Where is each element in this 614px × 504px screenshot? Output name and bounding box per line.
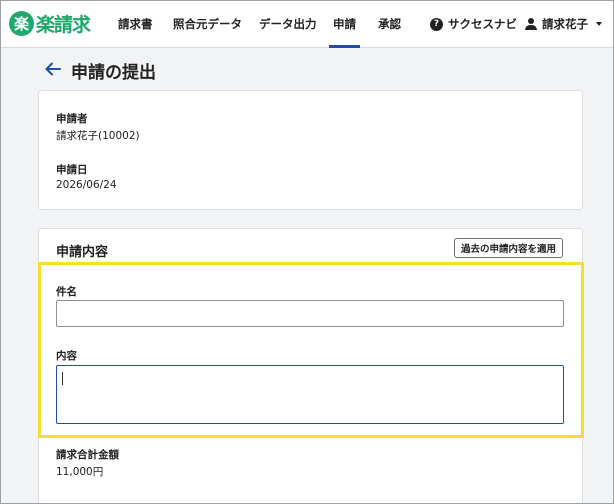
subject-label: 件名 <box>56 286 77 298</box>
apply-past-content-button[interactable]: 過去の申請内容を適用 <box>453 238 563 258</box>
logo-mark: 楽 <box>9 11 34 36</box>
body-label: 内容 <box>56 350 77 362</box>
success-navi-link[interactable]: ? サクセスナビ <box>430 0 517 48</box>
nav-item-approval[interactable]: 承認 <box>378 0 401 48</box>
back-arrow-icon[interactable] <box>44 60 62 78</box>
invoice-total-label: 請求合計金額 <box>56 449 119 461</box>
section-title: 申請内容 <box>56 245 109 260</box>
app-logo[interactable]: 楽 楽請求 <box>9 0 91 48</box>
logo-text: 楽請求 <box>36 14 91 36</box>
user-menu[interactable]: 請求花子 <box>525 0 602 48</box>
success-navi-label: サクセスナビ <box>448 17 517 31</box>
user-name: 請求花子 <box>542 17 588 31</box>
nav-item-reconciliation-data[interactable]: 照合元データ <box>173 0 242 48</box>
invoice-total-value: 11,000円 <box>56 466 104 478</box>
body-textarea[interactable] <box>56 365 564 424</box>
application-date-value: 2026/06/24 <box>56 179 117 191</box>
applicant-info-card: 申請者 請求花子(10002) 申請日 2026/06/24 <box>38 90 583 210</box>
top-header: 楽 楽請求 請求書 照合元データ データ出力 申請 承認 ? サクセスナビ 請求… <box>0 0 614 48</box>
application-date-label: 申請日 <box>56 164 88 176</box>
nav-item-invoices[interactable]: 請求書 <box>118 0 153 48</box>
applicant-value: 請求花子(10002) <box>56 130 140 142</box>
nav-item-data-export[interactable]: データ出力 <box>259 0 317 48</box>
nav-item-application[interactable]: 申請 <box>329 0 360 48</box>
help-icon: ? <box>430 17 443 31</box>
applicant-label: 申請者 <box>56 113 88 125</box>
text-cursor <box>62 372 63 385</box>
chevron-down-icon <box>596 22 602 26</box>
page-title: 申請の提出 <box>71 63 156 83</box>
user-icon <box>525 18 537 30</box>
subject-input[interactable] <box>56 300 564 327</box>
